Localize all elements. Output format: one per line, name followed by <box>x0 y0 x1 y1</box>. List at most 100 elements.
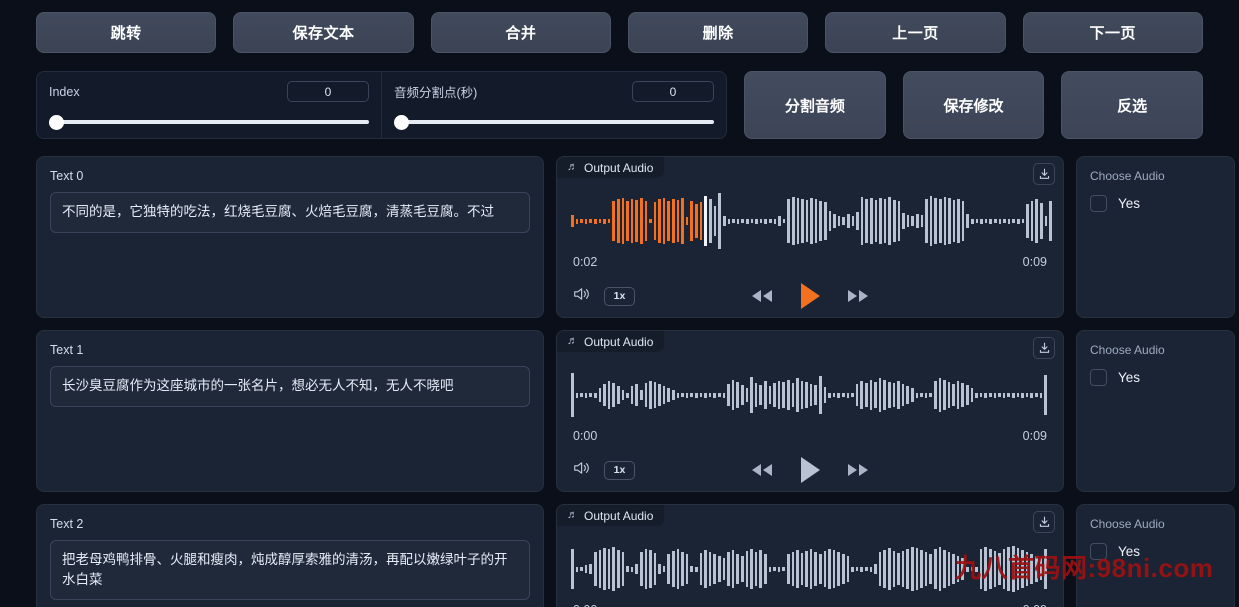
choose-audio-checkbox[interactable] <box>1090 543 1107 560</box>
waveform-bar <box>571 549 574 589</box>
waveform-bar <box>755 219 758 224</box>
index-slider-track-wrap[interactable] <box>49 115 369 129</box>
waveform-bar <box>801 381 804 409</box>
waveform-bar <box>778 216 781 226</box>
waveform-bar <box>1012 219 1015 223</box>
fast-forward-button[interactable] <box>845 461 871 479</box>
waveform-bar <box>883 550 886 588</box>
waveform-bar <box>976 219 979 223</box>
waveform-bar <box>654 202 657 240</box>
text-input[interactable]: 不同的是，它独特的吃法，红烧毛豆腐、火焙毛豆腐，清蒸毛豆腐。不过 <box>50 192 530 233</box>
waveform-bar <box>769 567 772 572</box>
waveform-bar <box>944 197 947 245</box>
choose-audio-option-label: Yes <box>1118 196 1140 211</box>
waveform-bar <box>603 548 606 590</box>
delete-button[interactable]: 删除 <box>628 12 808 53</box>
download-audio-button[interactable] <box>1033 511 1055 533</box>
waveform-bar <box>746 551 749 587</box>
play-button[interactable] <box>797 281 823 311</box>
waveform-bar <box>608 549 611 589</box>
choose-audio-checkbox[interactable] <box>1090 369 1107 386</box>
rewind-glyph <box>749 461 775 479</box>
save-text-button[interactable]: 保存文本 <box>233 12 413 53</box>
waveform-bar <box>769 219 772 223</box>
prev-page-button[interactable]: 上一页 <box>825 12 1005 53</box>
save-changes-button[interactable]: 保存修改 <box>903 71 1045 139</box>
waveform-bar <box>759 385 762 405</box>
audio-player-card: ♬Output Audio0:000:091x <box>556 330 1064 492</box>
waveform-bar <box>681 198 684 244</box>
index-slider-value-input[interactable]: 0 <box>287 81 369 102</box>
waveform-bar <box>966 385 969 405</box>
waveform-bar <box>787 554 790 584</box>
waveform-bar <box>1017 548 1020 590</box>
waveform-bar <box>819 554 822 584</box>
waveform-bar <box>921 215 924 227</box>
text-input[interactable]: 长沙臭豆腐作为这座城市的一张名片，想必无人不知，无人不晓吧 <box>50 366 530 407</box>
split-audio-button[interactable]: 分割音频 <box>744 71 886 139</box>
merge-button[interactable]: 合并 <box>431 12 611 53</box>
output-audio-title: Output Audio <box>584 161 653 175</box>
waveform-bar <box>897 381 900 409</box>
audio-split-point-slider-value-input[interactable]: 0 <box>632 81 714 102</box>
download-glyph <box>1038 168 1051 181</box>
waveform-bar <box>704 550 707 588</box>
slider-group: Index0音频分割点(秒)0 <box>36 71 727 139</box>
waveform-bar <box>994 219 997 223</box>
waveform-bar <box>957 199 960 243</box>
audio-split-point-slider-value: 0 <box>670 85 677 99</box>
waveform-bar <box>635 564 638 574</box>
waveform-bar <box>690 201 693 241</box>
invert-selection-button[interactable]: 反选 <box>1061 71 1203 139</box>
index-slider-knob[interactable] <box>49 115 64 130</box>
waveform-bar <box>792 383 795 407</box>
waveform-bar <box>847 393 850 398</box>
waveform-bar <box>865 383 868 407</box>
waveform-bar <box>1008 219 1011 224</box>
waveform-bar <box>736 382 739 408</box>
waveform-bar <box>1030 554 1033 584</box>
waveform-bar <box>828 549 831 589</box>
jump-button[interactable]: 跳转 <box>36 12 216 53</box>
audio-split-point-slider-knob[interactable] <box>394 115 409 130</box>
download-audio-button[interactable] <box>1033 163 1055 185</box>
audio-waveform[interactable] <box>571 541 1049 597</box>
waveform-bar <box>718 556 721 582</box>
waveform-bar <box>916 548 919 590</box>
waveform-bar <box>723 558 726 580</box>
play-button[interactable] <box>797 455 823 485</box>
waveform-bar <box>599 550 602 588</box>
waveform-bar <box>750 377 753 413</box>
audio-waveform[interactable] <box>571 193 1049 249</box>
waveform-bar <box>989 219 992 224</box>
waveform-bar <box>1045 216 1048 226</box>
waveform-bar <box>971 567 974 571</box>
waveform-bar <box>884 199 887 243</box>
waveform-bar <box>792 552 795 586</box>
waveform-bar <box>778 567 781 572</box>
rewind-button[interactable] <box>749 287 775 305</box>
audio-split-point-slider-track-wrap[interactable] <box>394 115 714 129</box>
download-audio-button[interactable] <box>1033 337 1055 359</box>
waveform-bar <box>787 380 790 410</box>
waveform-bar <box>576 219 579 224</box>
fast-forward-glyph <box>845 461 871 479</box>
text-input[interactable]: 把老母鸡鸭排骨、火腿和瘦肉，炖成醇厚索雅的清汤，再配以嫩绿叶子的开水白菜 <box>50 540 530 600</box>
waveform-bar <box>865 567 868 571</box>
rewind-button[interactable] <box>749 461 775 479</box>
waveform-bar <box>911 388 914 402</box>
choose-audio-checkbox[interactable] <box>1090 195 1107 212</box>
choose-audio-checkbox-row[interactable]: Yes <box>1090 195 1221 212</box>
waveform-bar <box>626 566 629 572</box>
waveform-bar <box>732 219 735 223</box>
next-page-button[interactable]: 下一页 <box>1023 12 1203 53</box>
audio-waveform[interactable] <box>571 367 1049 423</box>
choose-audio-checkbox-row[interactable]: Yes <box>1090 369 1221 386</box>
index-slider-track <box>57 120 369 124</box>
choose-audio-label: Choose Audio <box>1090 517 1221 531</box>
fast-forward-button[interactable] <box>845 287 871 305</box>
choose-audio-checkbox-row[interactable]: Yes <box>1090 543 1221 560</box>
waveform-bar <box>930 196 933 246</box>
waveform-bar <box>874 382 877 408</box>
waveform-bar <box>819 201 822 241</box>
